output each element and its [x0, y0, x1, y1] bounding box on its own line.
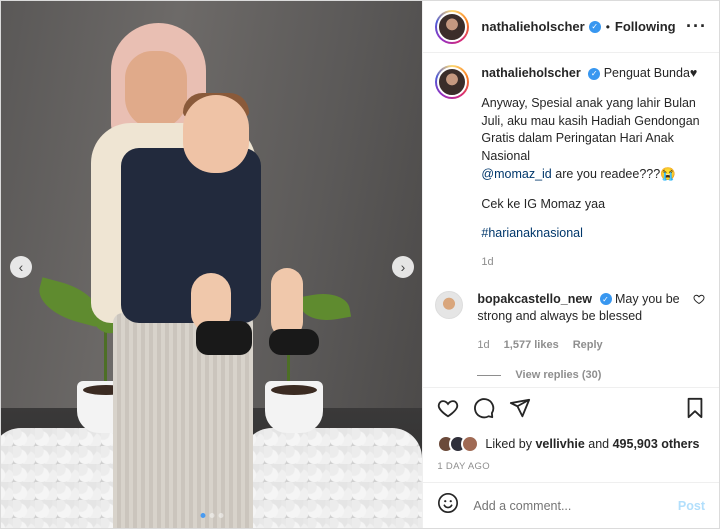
separator: •	[605, 19, 610, 34]
post-comment-button[interactable]: Post	[678, 499, 705, 513]
previous-image-button[interactable]: ‹	[10, 256, 32, 278]
likes-summary: Liked by vellivhie and 495,903 others	[423, 433, 719, 455]
carousel-dot	[218, 513, 224, 518]
hashtag-link[interactable]: #harianaknasional	[481, 226, 582, 240]
avatar[interactable]	[435, 65, 470, 99]
caption-title: Penguat Bunda♥	[603, 66, 698, 80]
view-replies-label: View replies (30)	[515, 369, 602, 381]
comment-likes[interactable]: 1,577 likes	[504, 338, 559, 353]
comment-username[interactable]: bopakcastello_new	[477, 292, 592, 306]
caption-paragraph: Cek ke IG Momaz yaa	[481, 196, 606, 211]
divider	[477, 374, 502, 376]
header-username[interactable]: nathalieholscher	[481, 19, 584, 34]
post-photo[interactable]: ‹ ›	[1, 1, 423, 528]
comments-section[interactable]: nathalieholscher ✓ Penguat Bunda♥ Anyway…	[423, 53, 719, 387]
mention-link[interactable]: @momaz_id	[481, 167, 551, 181]
view-replies-button[interactable]: View replies (30)	[477, 369, 705, 381]
like-button[interactable]	[437, 397, 459, 424]
verified-badge-icon: ✓	[588, 67, 601, 80]
caption-paragraph: Anyway, Spesial anak yang lahir Bulan Ju…	[481, 95, 700, 163]
liked-by-user[interactable]: vellivhie	[535, 437, 584, 451]
carousel-dot	[200, 513, 206, 518]
post-header: nathalieholscher ✓ • Following ···	[423, 1, 719, 53]
heart-icon	[438, 400, 459, 418]
comment-item: bopakcastello_new ✓ May you be strong an…	[435, 290, 705, 353]
comment-like-icon[interactable]	[693, 291, 705, 353]
post-date[interactable]: 1 DAY AGO	[423, 455, 719, 482]
following-button[interactable]: Following	[615, 19, 676, 34]
emoji-button[interactable]	[437, 492, 459, 519]
caption-text: are you readee???😭	[551, 166, 676, 181]
send-icon	[510, 398, 531, 418]
carousel-indicator	[200, 513, 224, 518]
avatar[interactable]	[435, 9, 470, 44]
photo-subject	[91, 23, 319, 528]
chevron-left-icon: ‹	[18, 259, 24, 275]
next-image-button[interactable]: ›	[392, 256, 414, 278]
likes-middle: and	[584, 437, 613, 451]
post-sidebar: nathalieholscher ✓ • Following ··· natha…	[422, 1, 719, 528]
emoji-icon	[438, 493, 459, 513]
comment-input[interactable]	[473, 498, 678, 513]
carousel-dot	[209, 513, 215, 518]
reply-button[interactable]: Reply	[573, 338, 603, 353]
comment-button[interactable]	[473, 397, 495, 424]
add-comment-bar: Post	[423, 482, 719, 528]
more-options-icon[interactable]: ···	[686, 16, 707, 37]
bookmark-icon	[687, 397, 703, 419]
verified-badge-icon: ✓	[599, 293, 612, 306]
comment-timestamp[interactable]: 1d	[477, 338, 489, 353]
likes-prefix: Liked by	[485, 437, 536, 451]
save-button[interactable]	[685, 397, 705, 424]
post-caption: nathalieholscher ✓ Penguat Bunda♥ Anyway…	[435, 65, 705, 271]
comment-icon	[474, 398, 495, 419]
caption-timestamp[interactable]: 1d	[481, 255, 705, 271]
post-dialog: ‹ › nathalieholscher ✓ • Following ··· n…	[0, 0, 720, 529]
share-button[interactable]	[509, 397, 531, 424]
verified-badge-icon: ✓	[588, 20, 601, 33]
action-bar	[423, 387, 719, 433]
chevron-right-icon: ›	[400, 259, 406, 275]
caption-username[interactable]: nathalieholscher	[481, 66, 580, 80]
likes-count[interactable]: 495,903 others	[613, 437, 700, 451]
avatar[interactable]	[435, 290, 464, 319]
avatar[interactable]	[461, 435, 480, 453]
